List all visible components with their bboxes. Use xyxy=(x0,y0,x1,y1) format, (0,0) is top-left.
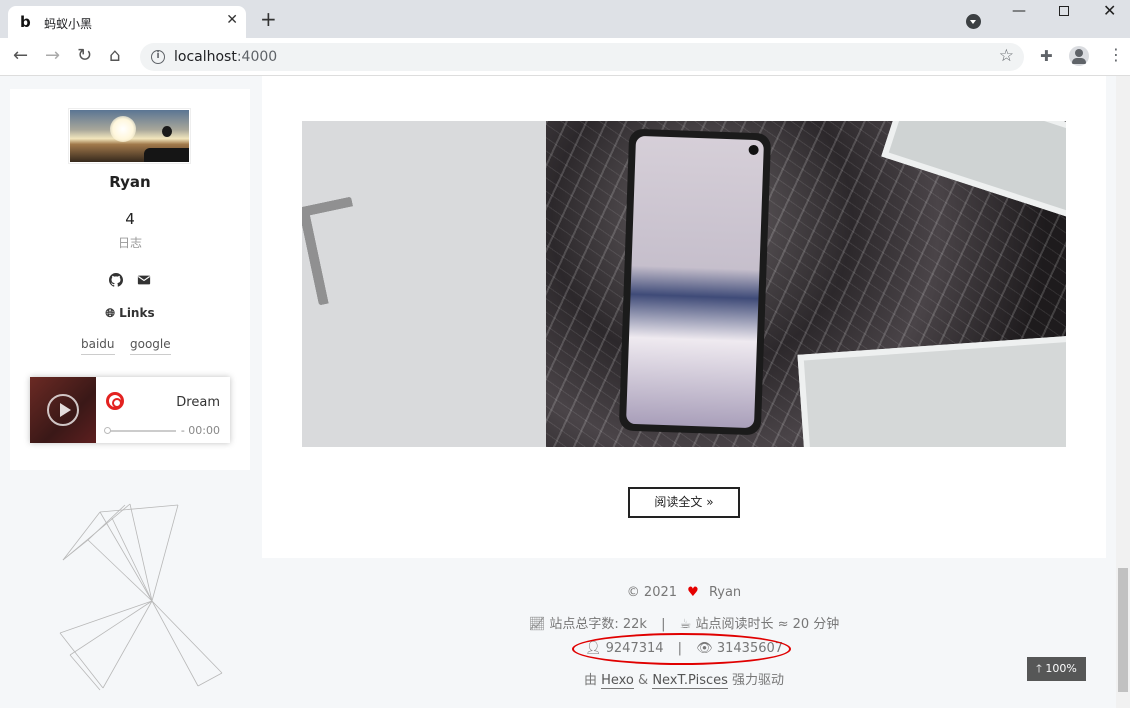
tab-close-icon[interactable]: ✕ xyxy=(226,12,238,28)
netease-music-icon xyxy=(106,392,124,410)
album-cover xyxy=(30,377,96,443)
new-tab-button[interactable]: + xyxy=(260,9,277,29)
info-icon[interactable]: i xyxy=(151,50,165,64)
chart-area-icon: 📈︎ xyxy=(528,617,546,632)
read-more-button[interactable]: 阅读全文 » xyxy=(628,487,740,518)
tab-bar: b 蚂蚁小黑 ✕ + — ✕ xyxy=(0,0,1130,38)
back-icon[interactable]: ← xyxy=(13,46,28,66)
link-baidu[interactable]: baidu xyxy=(81,337,115,355)
address-bar[interactable]: i localhost:4000 ☆ xyxy=(140,43,1024,71)
link-google[interactable]: google xyxy=(130,337,171,355)
hexo-link[interactable]: Hexo xyxy=(601,673,634,689)
site-stats-line: 📈︎ 站点总字数: 22k | ☕︎ 站点阅读时长 ≈ 20 分钟 xyxy=(528,617,840,632)
heart-icon: ♥ xyxy=(687,585,699,600)
copyright-line: © 2021 ♥ Ryan xyxy=(626,585,742,600)
posts-label[interactable]: 日志 xyxy=(10,234,250,251)
coffee-icon: ☕︎ xyxy=(679,617,692,632)
github-icon[interactable] xyxy=(109,273,123,287)
highlight-ellipse xyxy=(572,633,791,665)
menu-icon[interactable]: ⋮ xyxy=(1108,46,1124,64)
back-to-top-button[interactable]: 🡑 100% xyxy=(1027,657,1086,681)
maximize-icon[interactable] xyxy=(1059,6,1069,16)
extensions-icon[interactable]: ✚ xyxy=(1040,47,1053,65)
avatar xyxy=(68,108,191,164)
window-close-icon[interactable]: ✕ xyxy=(1103,1,1116,20)
sidebar: Ryan 4 日志 🌐︎ Links baidu google Dream - … xyxy=(10,89,250,470)
favicon-icon: b xyxy=(20,13,31,31)
scrollbar[interactable] xyxy=(1116,76,1130,708)
play-icon[interactable] xyxy=(47,394,79,426)
url-text[interactable]: localhost:4000 xyxy=(174,49,277,65)
globe-icon: 🌐︎ xyxy=(105,306,115,320)
post-card: 阅读全文 » xyxy=(262,76,1106,558)
forward-icon[interactable]: → xyxy=(45,46,60,66)
profile-icon[interactable] xyxy=(1069,46,1089,66)
posts-count[interactable]: 4 xyxy=(10,210,250,228)
home-icon[interactable]: ⌂ xyxy=(109,46,120,66)
reload-icon[interactable]: ↻ xyxy=(77,46,92,66)
email-icon[interactable] xyxy=(137,273,151,287)
background-lines-decoration xyxy=(59,503,223,691)
post-cover-image xyxy=(302,121,1066,447)
music-player: Dream - 00:00 xyxy=(30,377,230,443)
read-time: 20 分钟 xyxy=(792,617,840,632)
tab-search-icon[interactable] xyxy=(966,14,981,29)
word-count: 22k xyxy=(622,617,647,632)
links-title: 🌐︎ Links xyxy=(105,306,155,320)
next-theme-link[interactable]: NexT.Pisces xyxy=(652,673,728,689)
arrow-up-icon: 🡑 xyxy=(1036,662,1042,675)
song-title: Dream xyxy=(176,395,220,410)
powered-by-line: 由 Hexo & NexT.Pisces 强力驱动 xyxy=(583,673,785,689)
progress-knob[interactable] xyxy=(104,427,111,434)
author-name: Ryan xyxy=(109,173,151,191)
bookmark-star-icon[interactable]: ☆ xyxy=(999,46,1014,66)
progress-bar[interactable] xyxy=(104,427,176,434)
minimize-icon[interactable]: — xyxy=(1012,3,1026,19)
play-time: - 00:00 xyxy=(180,424,220,437)
tab-title: 蚂蚁小黑 xyxy=(44,17,93,31)
browser-toolbar: ← → ↻ ⌂ i localhost:4000 ☆ xyxy=(0,38,1130,76)
browser-tab[interactable]: b 蚂蚁小黑 ✕ xyxy=(8,6,246,38)
scrollbar-thumb[interactable] xyxy=(1118,568,1128,692)
